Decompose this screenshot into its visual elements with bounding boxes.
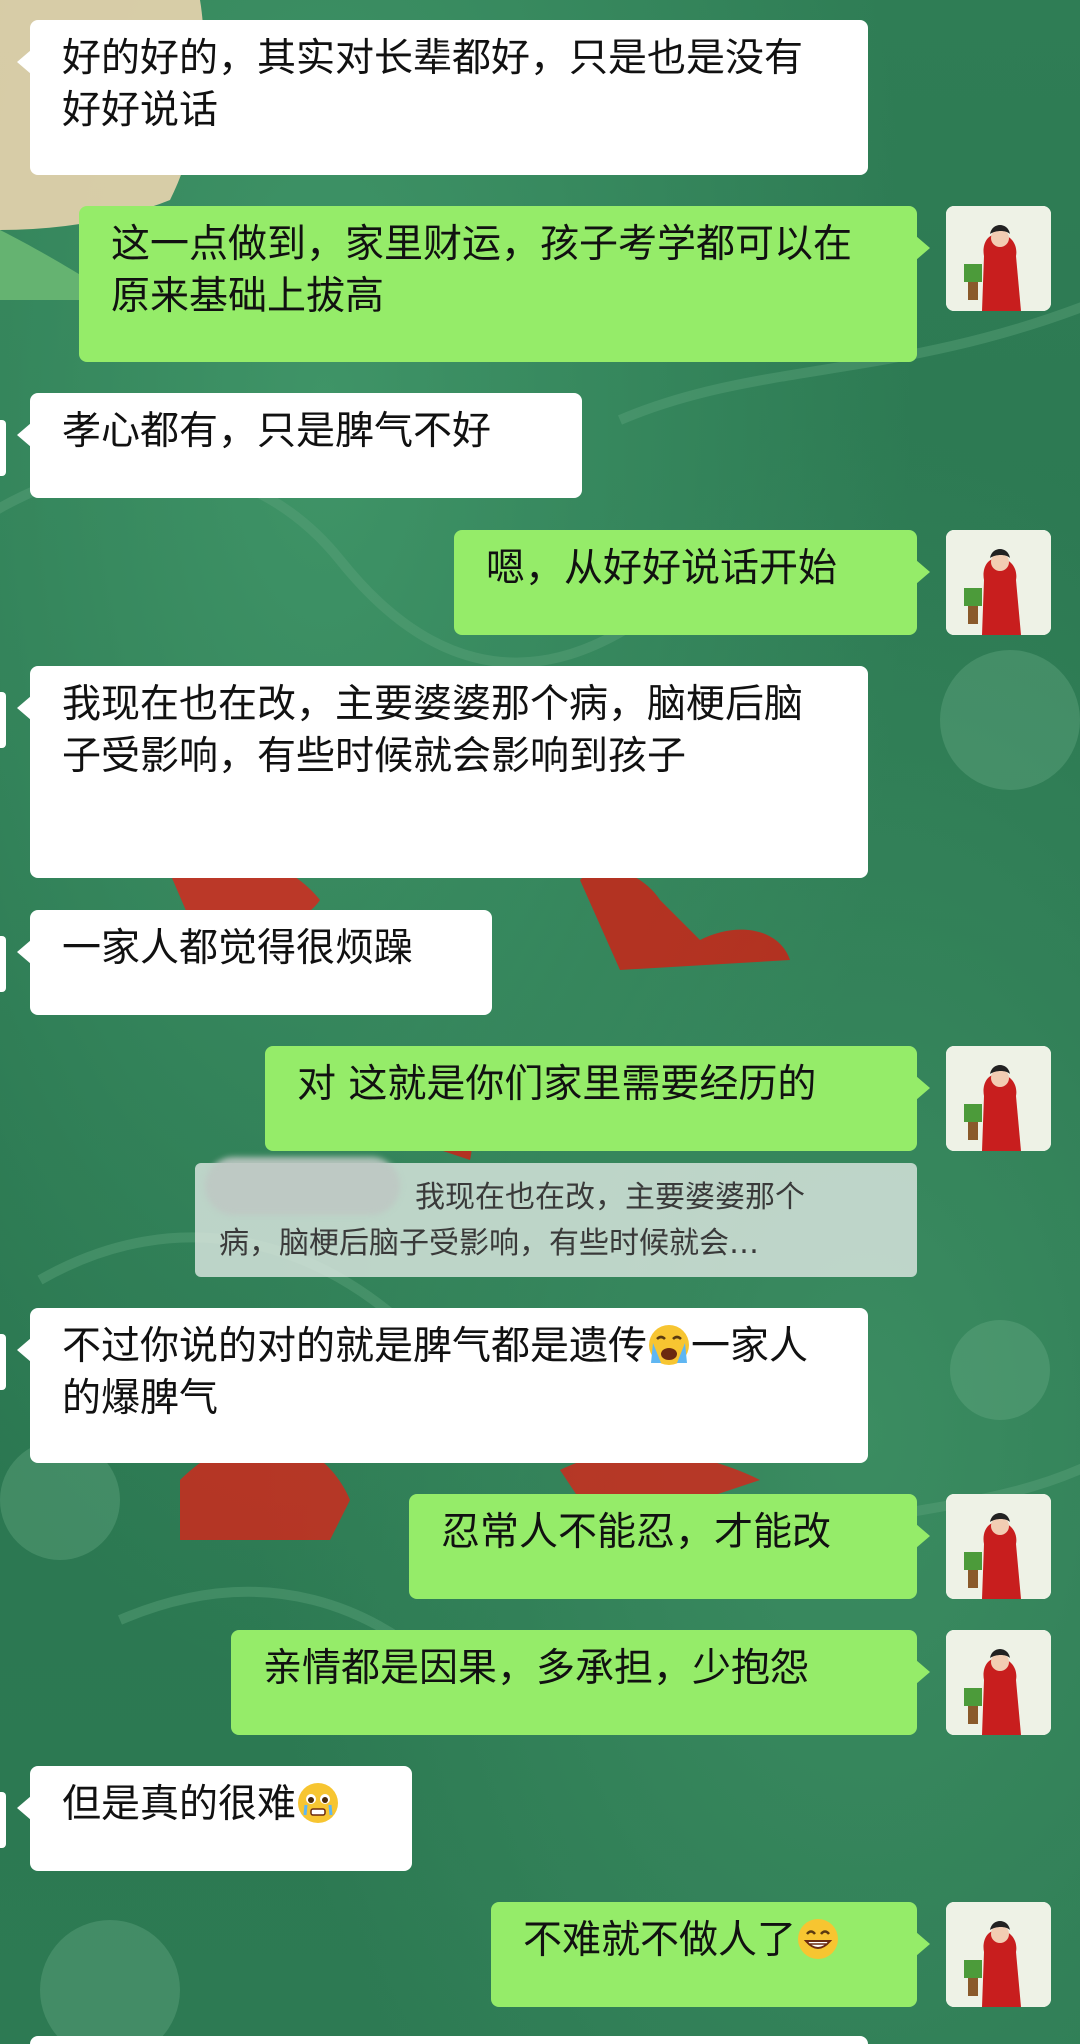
user-avatar[interactable] (946, 1046, 1051, 1151)
incoming-message[interactable]: 一家人都觉得很烦躁 (17, 910, 492, 1015)
outgoing-message[interactable]: 对 这就是你们家里需要经历的 (265, 1046, 930, 1151)
left-edge-marker (0, 1334, 6, 1390)
left-edge-marker (0, 1792, 6, 1848)
teary-face-emoji (298, 1783, 339, 1823)
user-avatar[interactable] (946, 1494, 1051, 1599)
incoming-message[interactable]: 孝心都有，只是脾气不好 (17, 393, 582, 498)
outgoing-message[interactable]: 不难就不做人了 (491, 1902, 930, 2007)
incoming-message[interactable]: 但是真的很难 (17, 1766, 412, 1871)
outgoing-message[interactable]: 嗯，从好好说话开始 (454, 530, 930, 635)
message-text: 这一点做到，家里财运，孩子考学都可以在原来基础上拔高 (111, 222, 853, 319)
avatar-icon (946, 206, 1051, 311)
crying-face-emoji (649, 1325, 690, 1365)
message-text: 孝心都有，只是脾气不好 (62, 409, 492, 454)
message-text: 但是真的很难 (62, 1782, 297, 1827)
message-text: 好的好的，其实对长辈都好，只是也是没有好好说话 (62, 36, 804, 133)
message-text: 嗯，从好好说话开始 (486, 546, 838, 591)
message-text: 忍常人不能忍，才能改 (441, 1510, 832, 1555)
partial-incoming-message (30, 2036, 868, 2044)
incoming-message[interactable]: 好的好的，其实对长辈都好，只是也是没有好好说话 (17, 20, 868, 175)
quoted-message[interactable]: 我现在也在改，主要婆婆那个 病，脑梗后脑子受影响，有些时候就会… (195, 1157, 917, 1277)
grinning-face-emoji (798, 1919, 839, 1959)
user-avatar[interactable] (946, 1902, 1051, 2007)
incoming-message[interactable]: 我现在也在改，主要婆婆那个病，脑梗后脑子受影响，有些时候就会影响到孩子 (17, 666, 868, 878)
outgoing-message[interactable]: 忍常人不能忍，才能改 (409, 1494, 930, 1599)
outgoing-message[interactable]: 这一点做到，家里财运，孩子考学都可以在原来基础上拔高 (79, 206, 930, 362)
incoming-message[interactable]: 不过你说的对的就是脾气都是遗传 一家人的爆脾气 (17, 1308, 868, 1463)
avatar-icon (946, 1046, 1051, 1151)
avatar-icon (946, 530, 1051, 635)
user-avatar[interactable] (946, 1630, 1051, 1735)
user-avatar[interactable] (946, 206, 1051, 311)
message-text: 我现在也在改，主要婆婆那个病，脑梗后脑子受影响，有些时候就会影响到孩子 (62, 682, 804, 779)
left-edge-marker (0, 420, 6, 476)
quote-line-1: 我现在也在改，主要婆婆那个 (415, 1180, 805, 1215)
message-text: 亲情都是因果，多承担，少抱怨 (263, 1646, 810, 1691)
outgoing-message[interactable]: 亲情都是因果，多承担，少抱怨 (231, 1630, 930, 1735)
quote-line-2: 病，脑梗后脑子受影响，有些时候就会… (219, 1226, 759, 1261)
message-text: 不难就不做人了 (523, 1918, 797, 1963)
avatar-icon (946, 1902, 1051, 2007)
avatar-icon (946, 1630, 1051, 1735)
left-edge-marker (0, 692, 6, 748)
message-text: 不过你说的对的就是脾气都是遗传 (62, 1324, 648, 1369)
avatar-icon (946, 1494, 1051, 1599)
message-text: 对 这就是你们家里需要经历的 (297, 1062, 817, 1107)
message-text: 一家人都觉得很烦躁 (62, 926, 414, 971)
left-edge-marker (0, 936, 6, 992)
user-avatar[interactable] (946, 530, 1051, 635)
